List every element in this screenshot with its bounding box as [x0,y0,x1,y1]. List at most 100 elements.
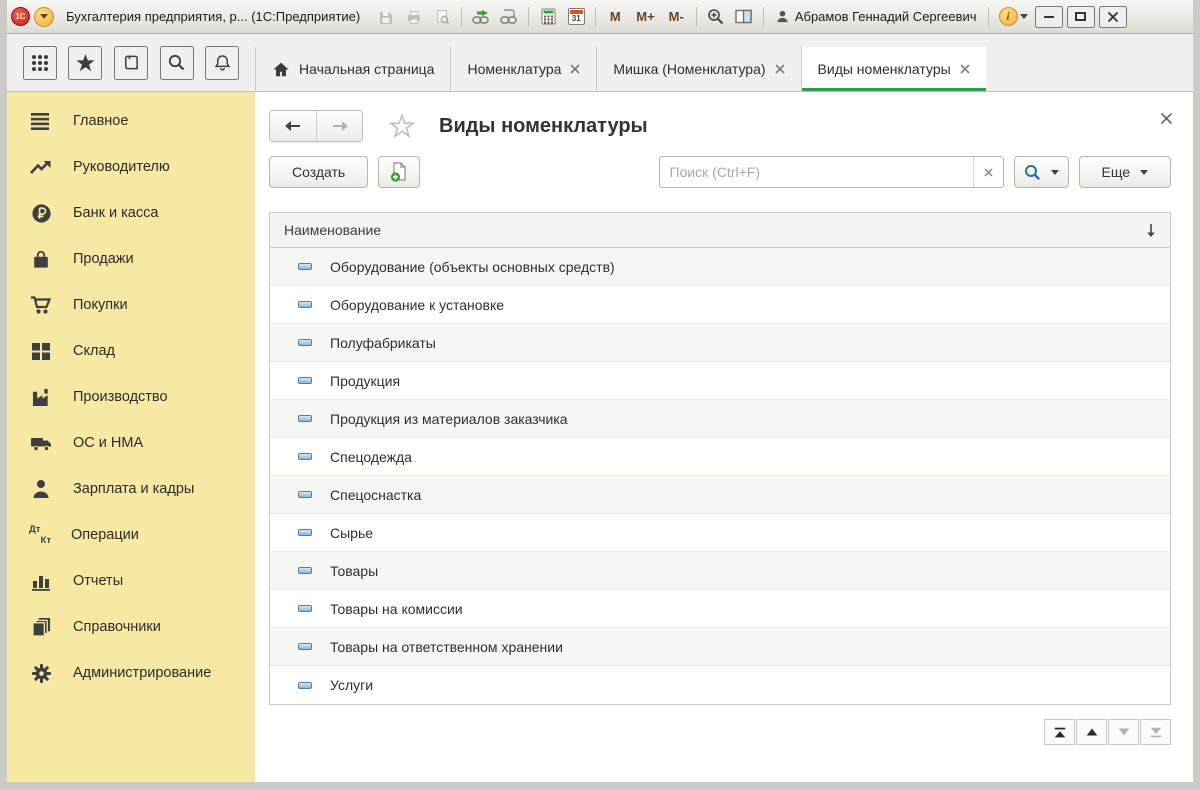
sidebar-item-spravochniki[interactable]: Справочники [7,604,255,650]
go-last-button[interactable] [1140,719,1171,745]
page-title: Виды номенклатуры [439,115,648,138]
sidebar-item-operacii[interactable]: Дт Кт Операции [7,512,255,558]
shopping-cart-icon [29,294,53,316]
close-tab-icon[interactable] [775,64,785,74]
save-button[interactable] [374,5,398,29]
separator [595,7,596,27]
table-row[interactable]: Спецоснастка [270,476,1170,514]
search-input[interactable] [660,157,973,187]
main-menu-button[interactable] [34,7,54,27]
history-button[interactable] [114,46,148,80]
forward-button[interactable] [316,111,362,141]
trend-arrow-icon [29,156,53,178]
sidebar-item-rukovoditelyu[interactable]: Руководителю [7,144,255,190]
clear-search-button[interactable] [973,157,1003,187]
maximize-button[interactable] [1067,6,1095,28]
table-row[interactable]: Товары на ответственном хранении [270,628,1170,666]
global-search-button[interactable] [160,46,194,80]
zoom-button[interactable] [704,5,728,29]
sidebar-item-zarplata-i-kadry[interactable]: Зарплата и кадры [7,466,255,512]
sidebar-item-os-i-nma[interactable]: ОС и НМА [7,420,255,466]
sidebar-item-prodazhi[interactable]: Продажи [7,236,255,282]
search-icon [167,53,186,72]
split-view-button[interactable] [732,5,756,29]
table-row[interactable]: Оборудование к установке [270,286,1170,324]
search-options-button[interactable] [1014,156,1069,188]
current-user[interactable]: Абрамов Геннадий Сергеевич [775,9,977,24]
warehouse-boxes-icon [29,340,53,362]
sidebar-item-administrirovanie[interactable]: Администрирование [7,650,255,696]
chevron-down-icon [1051,170,1059,175]
print-button[interactable] [402,5,426,29]
go-down-button[interactable] [1108,719,1139,745]
sidebar-item-bank-i-kassa[interactable]: Банк и касса [7,190,255,236]
create-group-button[interactable] [378,156,420,188]
table-row[interactable]: Сырье [270,514,1170,552]
table-row[interactable]: Услуги [270,666,1170,704]
sidebar-item-label: Администрирование [73,665,211,681]
help-button[interactable]: i [996,5,1031,29]
list-item-marker-icon [298,453,312,460]
tab-nomenklatura[interactable]: Номенклатура [450,47,596,91]
back-button[interactable] [270,111,316,141]
go-first-button[interactable] [1044,719,1075,745]
sidebar-item-glavnoe[interactable]: Главное [7,98,255,144]
separator [696,7,697,27]
factory-icon [29,386,53,408]
sidebar-item-label: Банк и касса [73,205,158,221]
favorite-star-icon[interactable] [389,114,415,139]
table-row[interactable]: Товары на комиссии [270,590,1170,628]
close-tab-icon[interactable] [570,64,580,74]
user-name: Абрамов Геннадий Сергеевич [795,9,977,24]
sidebar-item-proizvodstvo[interactable]: Производство [7,374,255,420]
memory-plus-button[interactable]: M+ [631,5,659,29]
sort-descending-icon [1146,223,1156,238]
favorites-button[interactable] [68,46,102,80]
print-preview-button[interactable] [430,5,454,29]
table-row[interactable]: Оборудование (объекты основных средств) [270,248,1170,286]
tab-home[interactable]: Начальная страница [255,47,450,91]
create-button[interactable]: Создать [269,156,368,188]
chevron-down-icon [40,14,48,19]
notifications-button[interactable] [205,46,239,80]
tab-label: Мишка (Номенклатура) [613,61,765,77]
sidebar-item-pokupki[interactable]: Покупки [7,282,255,328]
tab-vidy-nomenklatury[interactable]: Виды номенклатуры [801,47,986,91]
list-item-marker-icon [298,567,312,574]
search-icon [1024,164,1041,181]
row-label: Спецоснастка [330,487,421,503]
minimize-button[interactable] [1035,6,1063,28]
close-tab-icon[interactable] [960,64,970,74]
tab-mishka-nomenklatura[interactable]: Мишка (Номенклатура) [596,47,800,91]
row-label: Продукция [330,373,400,389]
separator [461,7,462,27]
go-up-button[interactable] [1076,719,1107,745]
grid-icon [30,53,50,73]
more-button[interactable]: Еще [1079,156,1172,188]
close-window-button[interactable] [1099,6,1127,28]
sections-menu-button[interactable] [23,46,57,80]
bell-icon [213,53,232,72]
link-go-icon [472,9,490,25]
nomenclature-types-table: Наименование Оборудование (объекты основ… [269,212,1171,705]
go-to-link-button[interactable] [469,5,493,29]
sidebar-item-sklad[interactable]: Склад [7,328,255,374]
table-row[interactable]: Товары [270,552,1170,590]
new-group-icon [388,161,410,183]
table-row[interactable]: Полуфабрикаты [270,324,1170,362]
memory-recall-button[interactable]: M [603,5,627,29]
get-link-button[interactable] [497,5,521,29]
table-row[interactable]: Спецодежда [270,438,1170,476]
zoom-plus-icon [707,8,724,25]
info-icon: i [999,7,1018,26]
memory-minus-button[interactable]: M- [664,5,689,29]
calendar-button[interactable]: 31 [564,5,588,29]
sidebar-item-otchety[interactable]: Отчеты [7,558,255,604]
1c-logo-icon: 1С [11,7,30,26]
table-row[interactable]: Продукция [270,362,1170,400]
close-form-button[interactable] [1160,112,1173,125]
table-header-row[interactable]: Наименование [270,213,1170,248]
table-row[interactable]: Продукция из материалов заказчика [270,400,1170,438]
calculator-button[interactable] [536,5,560,29]
save-icon [378,9,394,25]
